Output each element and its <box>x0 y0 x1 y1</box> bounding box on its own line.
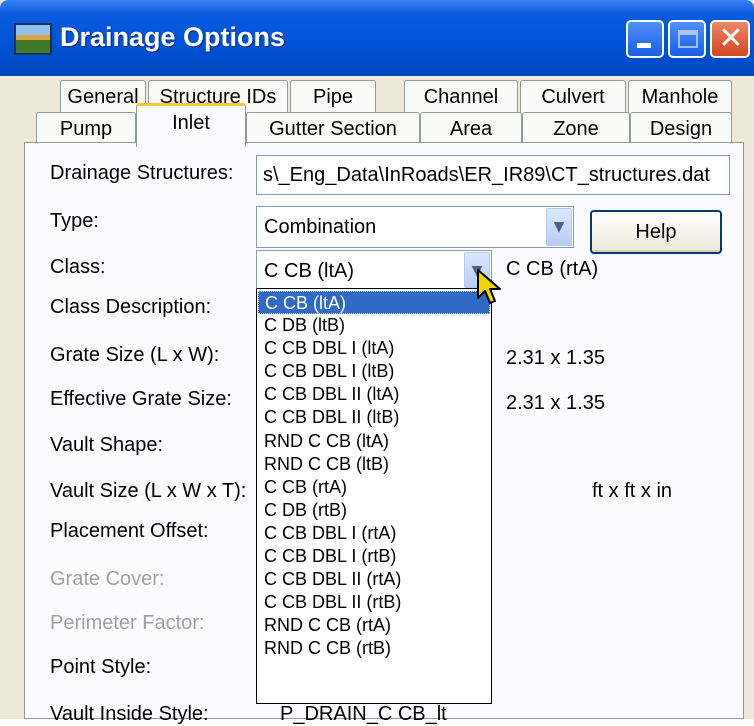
class-option[interactable]: RND C CB (ltA) <box>258 430 490 453</box>
maximize-button[interactable] <box>668 20 706 58</box>
class-right-value: C CB (rtA) <box>506 258 599 280</box>
class-option[interactable]: C CB (rtA) <box>258 476 490 499</box>
minimize-button[interactable] <box>626 20 664 58</box>
app-icon <box>14 23 52 55</box>
class-option[interactable]: C CB DBL II (ltA) <box>258 383 490 406</box>
class-option[interactable]: C CB DBL I (rtA) <box>258 522 490 545</box>
type-label: Type: <box>50 210 99 232</box>
class-option[interactable]: C CB DBL II (rtA) <box>258 568 490 591</box>
class-description-label: Class Description: <box>50 296 212 318</box>
class-option[interactable]: C CB DBL I (rtB) <box>258 545 490 568</box>
tab-pipe[interactable]: Pipe <box>290 80 376 114</box>
title-bar[interactable]: Drainage Options ✕ <box>0 0 754 76</box>
vault-inside-style-label: Vault Inside Style: <box>50 703 209 725</box>
class-option[interactable]: C DB (ltB) <box>258 314 490 337</box>
tab-zone[interactable]: Zone <box>522 112 630 146</box>
tab-culvert[interactable]: Culvert <box>520 80 626 114</box>
tab-general[interactable]: General <box>60 80 146 114</box>
drainage-structures-field[interactable]: s\_Eng_Data\InRoads\ER_IR89\CT_structure… <box>256 155 730 195</box>
drainage-options-window: Drainage Options ✕ General Structure IDs… <box>0 0 754 725</box>
help-button[interactable]: Help <box>590 210 722 254</box>
maximize-icon <box>678 30 698 48</box>
drainage-structures-label: Drainage Structures: <box>50 162 234 184</box>
window-title: Drainage Options <box>60 22 286 52</box>
close-icon: ✕ <box>718 21 744 56</box>
tab-pump[interactable]: Pump <box>36 112 136 146</box>
tab-manhole[interactable]: Manhole <box>628 80 732 114</box>
minimize-icon <box>637 43 651 48</box>
tab-gutter-section[interactable]: Gutter Section <box>246 112 420 146</box>
chevron-down-icon: ▼ <box>553 219 565 235</box>
type-select[interactable]: Combination ▼ <box>256 206 574 248</box>
class-option[interactable]: C CB DBL II (ltB) <box>258 406 490 429</box>
class-option[interactable]: C CB DBL I (ltA) <box>258 337 490 360</box>
class-dropdown-list[interactable]: C CB (ltA) C DB (ltB) C CB DBL I (ltA) C… <box>256 288 492 704</box>
class-option[interactable]: RND C CB (ltB) <box>258 453 490 476</box>
tab-inlet[interactable]: Inlet <box>136 103 246 147</box>
class-option[interactable]: C CB DBL II (rtB) <box>258 591 490 614</box>
tab-channel[interactable]: Channel <box>404 80 518 114</box>
type-select-value: Combination <box>264 216 377 238</box>
effective-grate-size-label: Effective Grate Size: <box>50 388 232 410</box>
class-select-value: C CB (ltA) <box>264 260 354 282</box>
class-option[interactable]: RND C CB (rtA) <box>258 614 490 637</box>
vault-shape-label: Vault Shape: <box>50 434 164 456</box>
class-label: Class: <box>50 256 106 278</box>
mouse-pointer-icon <box>477 269 501 304</box>
tab-area[interactable]: Area <box>420 112 522 146</box>
point-style-label: Point Style: <box>50 656 152 678</box>
class-option[interactable]: C CB (ltA) <box>258 291 490 315</box>
grate-cover-label: Grate Cover: <box>50 568 165 590</box>
placement-offset-label: Placement Offset: <box>50 520 209 542</box>
class-option[interactable]: C CB DBL I (ltB) <box>258 360 490 383</box>
vault-size-label: Vault Size (L x W x T): <box>50 480 247 502</box>
tab-design[interactable]: Design <box>630 112 732 146</box>
type-dropdown-button[interactable]: ▼ <box>546 208 572 246</box>
grate-size-label: Grate Size (L x W): <box>50 344 220 366</box>
vault-size-units: ft x ft x in <box>592 480 673 502</box>
effective-grate-size-value: 2.31 x 1.35 <box>506 392 605 414</box>
perimeter-factor-label: Perimeter Factor: <box>50 612 205 634</box>
close-button[interactable]: ✕ <box>710 20 750 58</box>
class-option[interactable]: C DB (rtB) <box>258 499 490 522</box>
vault-inside-style-value: P_DRAIN_C CB_lt <box>280 703 447 725</box>
class-select[interactable]: C CB (ltA) ▼ <box>256 250 492 290</box>
class-option[interactable]: RND C CB (rtB) <box>258 637 490 660</box>
grate-size-value: 2.31 x 1.35 <box>506 347 605 369</box>
